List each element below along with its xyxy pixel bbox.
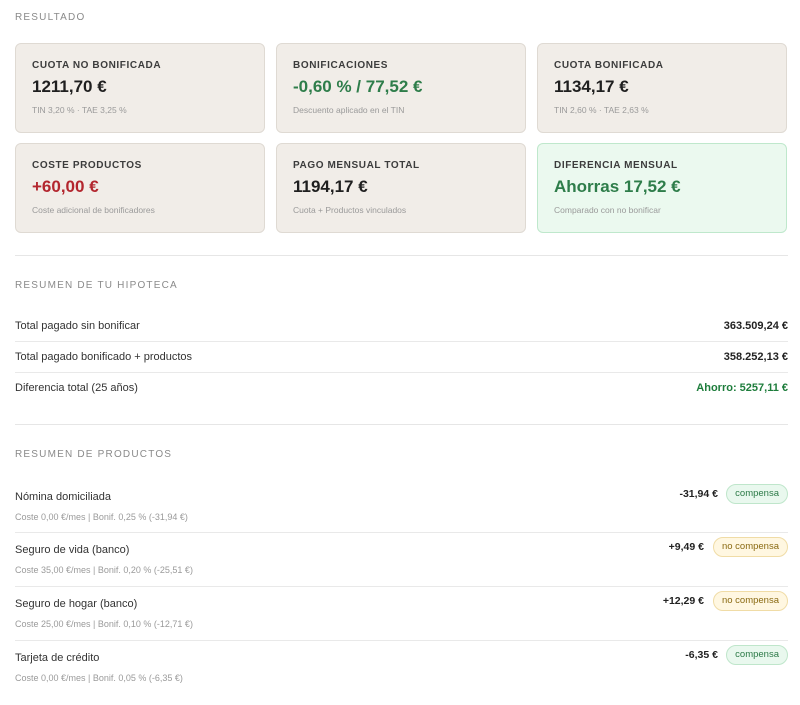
card-label: CUOTA BONIFICADA [554, 60, 664, 71]
card-value: -0,60 % / 77,52 € [293, 77, 423, 96]
card-label: BONIFICACIONES [293, 60, 389, 71]
product-name: Nómina domiciliada [15, 491, 111, 503]
section-title-result: RESULTADO [15, 12, 86, 23]
card-sub: Coste adicional de bonificadores [32, 205, 155, 215]
card-value: 1134,17 € [554, 77, 629, 96]
section-title-products: RESUMEN DE PRODUCTOS [15, 449, 173, 460]
card-label: PAGO MENSUAL TOTAL [293, 160, 420, 171]
product-amount: -31,94 € [679, 488, 718, 500]
status-badge: no compensa [712, 537, 788, 557]
product-meta: Coste 0,00 €/mes | Bonif. 0,05 % (-6,35 … [15, 673, 183, 683]
card-value: +60,00 € [32, 177, 99, 196]
status-badge: no compensa [712, 591, 788, 611]
product-meta: Coste 25,00 €/mes | Bonif. 0,10 % (-12,7… [15, 619, 193, 629]
card-value: Ahorras 17,52 € [554, 177, 681, 196]
summary-row-value: 363.509,24 € [723, 320, 788, 332]
card-label: CUOTA NO BONIFICADA [32, 60, 162, 71]
product-item-tarjeta: Tarjeta de crédito Coste 0,00 €/mes | Bo… [15, 645, 788, 704]
summary-row-label: Total pagado bonificado + productos [15, 351, 193, 363]
product-item-seguro-hogar: Seguro de hogar (banco) Coste 25,00 €/me… [15, 591, 788, 650]
card-sub: Descuento aplicado en el TIN [293, 105, 405, 115]
product-name: Seguro de hogar (banco) [15, 598, 138, 610]
card-cuota-no-bonificada: CUOTA NO BONIFICADA 1211,70 € TIN 3,20 %… [15, 43, 265, 133]
status-badge: compensa [726, 484, 788, 504]
card-label: DIFERENCIA MENSUAL [554, 160, 678, 171]
row-divider [15, 372, 788, 373]
card-label: COSTE PRODUCTOS [32, 160, 142, 171]
card-pago-mensual-total: PAGO MENSUAL TOTAL 1194,17 € Cuota + Pro… [276, 143, 526, 233]
card-sub: TIN 2,60 % · TAE 2,63 % [554, 105, 649, 115]
row-divider [15, 586, 788, 587]
summary-row-label: Total pagado sin bonificar [15, 320, 140, 332]
product-amount: +9,49 € [668, 541, 704, 553]
card-coste-productos: COSTE PRODUCTOS +60,00 € Coste adicional… [15, 143, 265, 233]
product-amount: -6,35 € [685, 649, 718, 661]
card-sub: Comparado con no bonificar [554, 205, 661, 215]
product-meta: Coste 35,00 €/mes | Bonif. 0,20 % (-25,5… [15, 565, 193, 575]
row-divider [15, 640, 788, 641]
card-value: 1211,70 € [32, 77, 107, 96]
card-bonificaciones: BONIFICACIONES -0,60 % / 77,52 € Descuen… [276, 43, 526, 133]
summary-row-value: 358.252,13 € [723, 351, 788, 363]
product-amount: +12,29 € [662, 595, 704, 607]
product-name: Seguro de vida (banco) [15, 544, 130, 556]
summary-row-label: Diferencia total (25 años) [15, 382, 138, 394]
summary-row-value: Ahorro: 5257,11 € [696, 382, 788, 394]
section-title-summary: RESUMEN DE TU HIPOTECA [15, 280, 178, 291]
product-meta: Coste 0,00 €/mes | Bonif. 0,25 % (-31,94… [15, 512, 188, 522]
section-divider [15, 424, 788, 425]
product-name: Tarjeta de crédito [15, 652, 100, 664]
row-divider [15, 532, 788, 533]
status-badge: compensa [726, 645, 788, 665]
product-item-nomina: Nómina domiciliada Coste 0,00 €/mes | Bo… [15, 484, 788, 543]
card-value: 1194,17 € [293, 177, 368, 196]
card-diferencia-mensual: DIFERENCIA MENSUAL Ahorras 17,52 € Compa… [537, 143, 787, 233]
card-sub: TIN 3,20 % · TAE 3,25 % [32, 105, 127, 115]
card-cuota-bonificada: CUOTA BONIFICADA 1134,17 € TIN 2,60 % · … [537, 43, 787, 133]
section-divider [15, 255, 788, 256]
card-sub: Cuota + Productos vinculados [293, 205, 407, 215]
product-item-seguro-vida: Seguro de vida (banco) Coste 35,00 €/mes… [15, 537, 788, 596]
row-divider [15, 341, 788, 342]
